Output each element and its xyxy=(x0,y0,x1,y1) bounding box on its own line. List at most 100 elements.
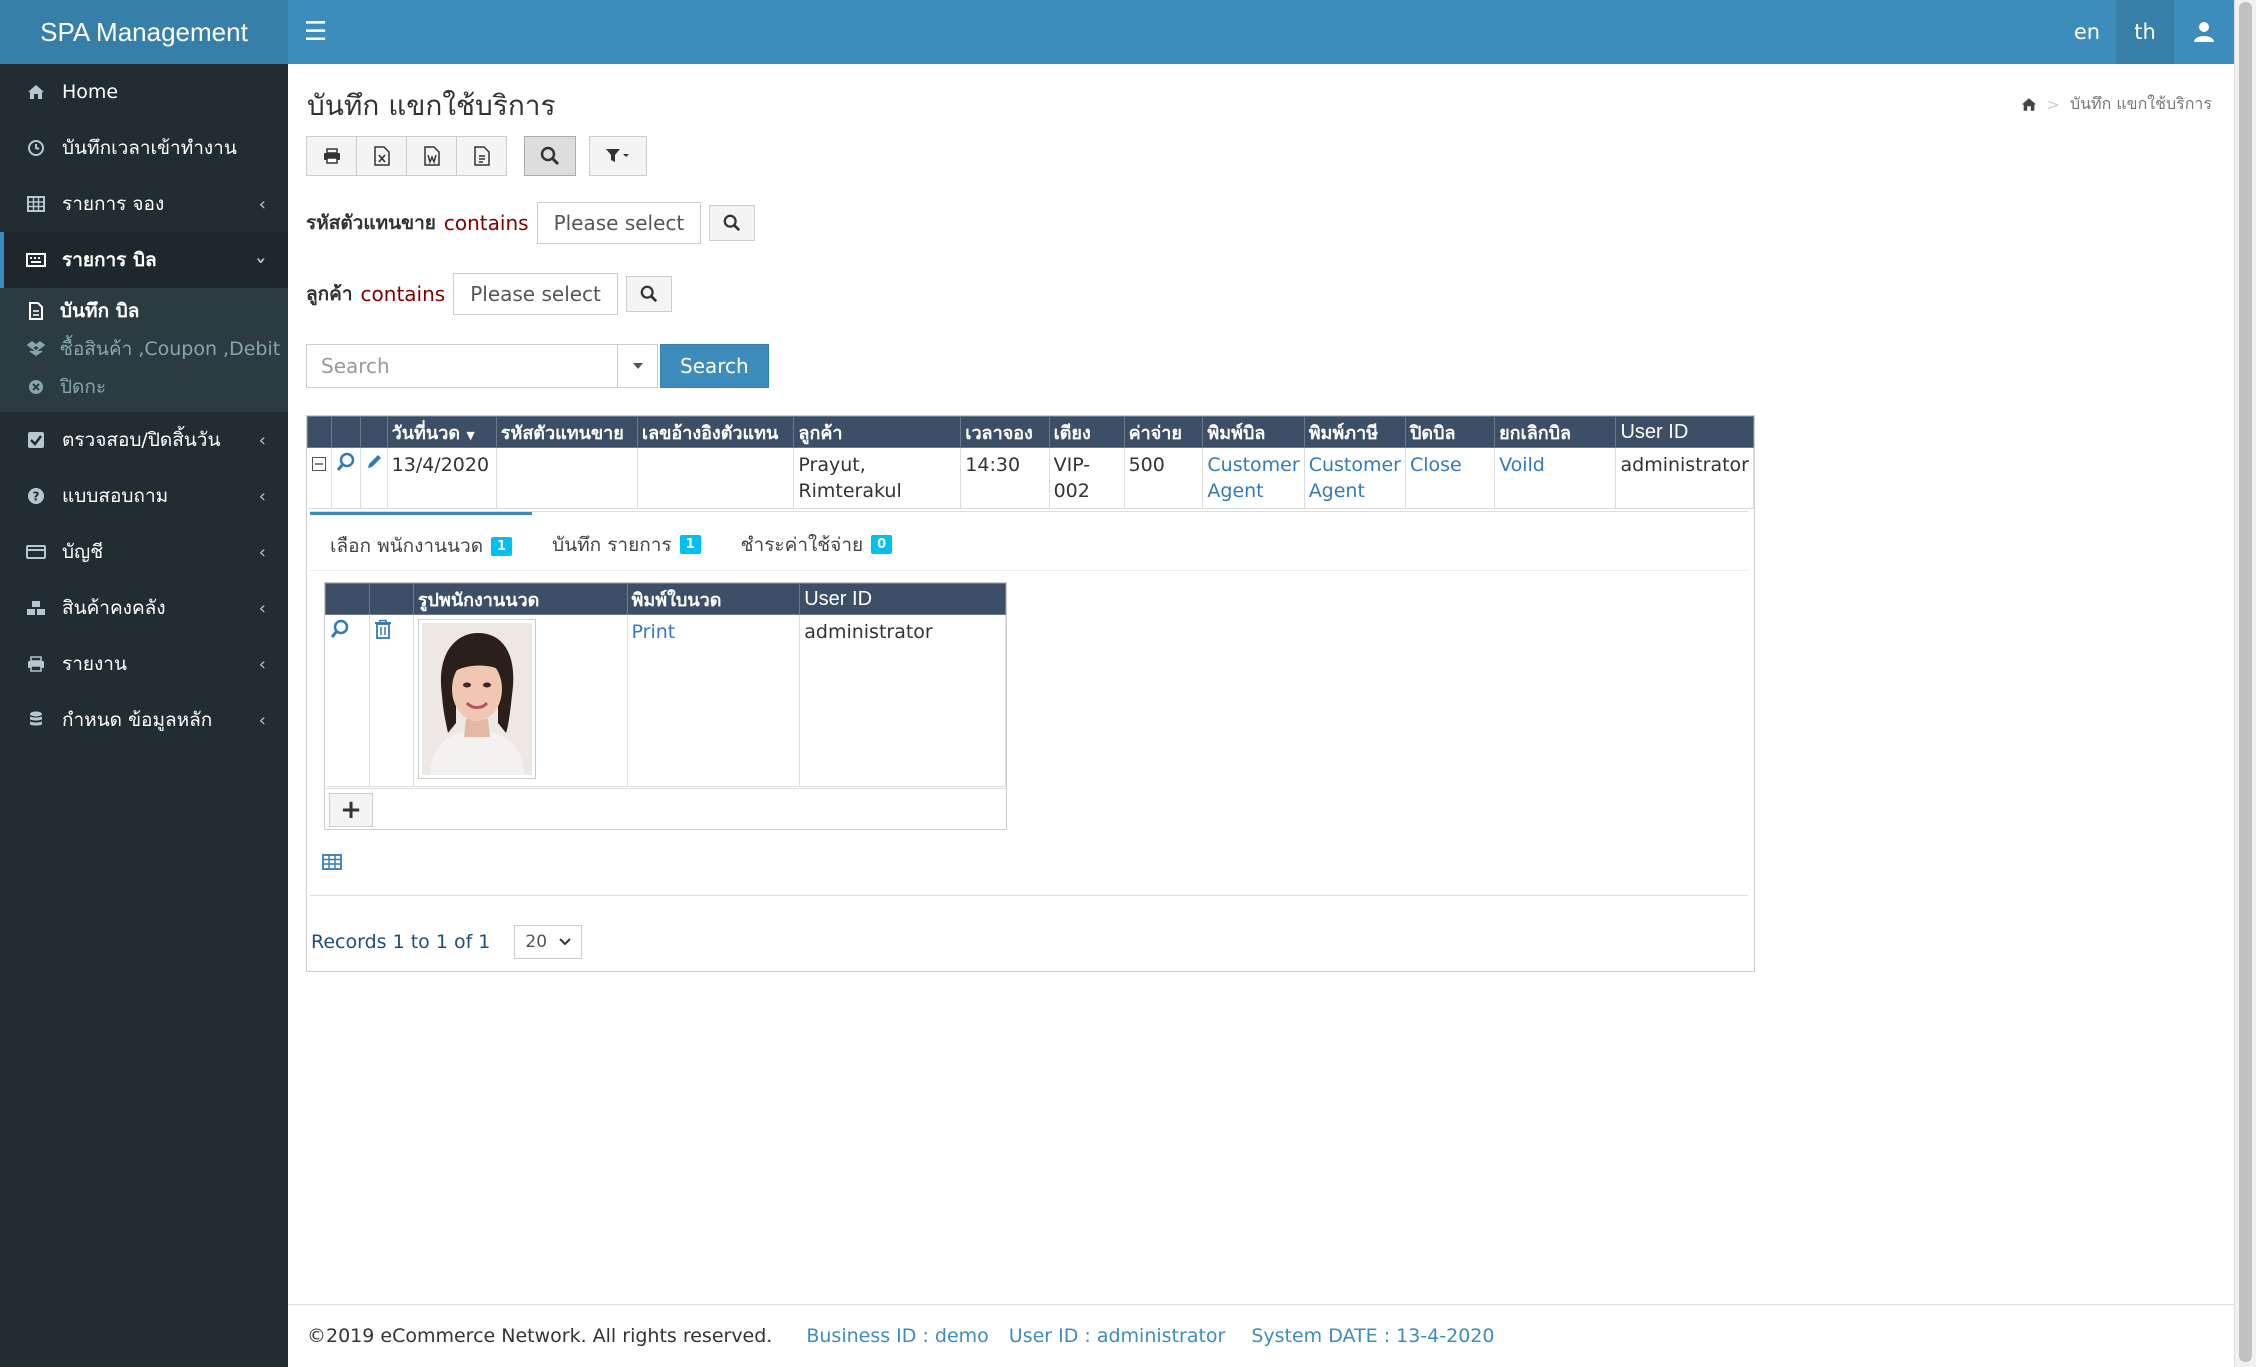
sidebar-item-attendance[interactable]: บันทึกเวลาเข้าทำงาน xyxy=(0,120,288,176)
close-bill-link[interactable]: Close xyxy=(1410,454,1462,476)
search-button[interactable]: Search xyxy=(660,344,769,388)
chevron-left-icon: ‹ xyxy=(258,194,266,215)
header-user-id[interactable]: User ID xyxy=(1615,416,1754,448)
void-bill-link[interactable]: Voild xyxy=(1499,454,1545,476)
header-bed[interactable]: เตียง xyxy=(1048,416,1125,448)
header-view xyxy=(330,416,361,448)
print-icon xyxy=(22,656,50,672)
sidebar-item-inventory[interactable]: สินค้าคงคลัง ‹ xyxy=(0,580,288,636)
print-bill-agent-link[interactable]: Agent xyxy=(1207,480,1263,502)
lang-th-button[interactable]: th xyxy=(2116,0,2174,64)
sidebar-item-bills[interactable]: รายการ บิล ‹ xyxy=(0,232,288,288)
search-toggle-button[interactable] xyxy=(524,136,576,176)
cell-print-bill: Customer Agent xyxy=(1202,447,1305,509)
tab-select-therapist[interactable]: เลือก พนักงานนวด 1 xyxy=(310,512,533,571)
header-amount[interactable]: ค่าจ่าย xyxy=(1123,416,1204,448)
sidebar-item-label: บันทึกเวลาเข้าทำงาน xyxy=(62,137,237,159)
print-button[interactable] xyxy=(306,136,357,176)
tab-count-badge: 0 xyxy=(871,535,893,554)
sidebar-toggle-icon[interactable]: ☰ xyxy=(304,17,327,47)
sidebar-item-home[interactable]: Home xyxy=(0,64,288,120)
search-input[interactable]: Search xyxy=(306,344,618,388)
sidebar-item-label: แบบสอบถาม xyxy=(62,485,169,507)
cell-print-tax: Customer Agent xyxy=(1304,447,1406,509)
header-agent-ref[interactable]: เลขอ้างอิงตัวแทน xyxy=(636,416,795,448)
cell-close: Close xyxy=(1405,447,1496,509)
header-expand xyxy=(307,416,332,448)
export-excel-button[interactable] xyxy=(356,136,407,176)
sidebar-item-label: รายการ บิล xyxy=(62,249,157,271)
sidebar-item-master-data[interactable]: กำหนด ข้อมูลหลัก ‹ xyxy=(0,692,288,748)
sidebar-item-label: กำหนด ข้อมูลหลัก xyxy=(62,709,213,731)
magnifier-icon[interactable] xyxy=(336,452,356,472)
header-user-id[interactable]: User ID xyxy=(799,583,1006,615)
sidebar-item-label: Home xyxy=(62,81,119,103)
print-bill-customer-link[interactable]: Customer xyxy=(1207,454,1299,476)
chevron-left-icon: ‹ xyxy=(258,542,266,563)
table-row: 13/4/2020 Prayut, Rimterakul 14:30 VIP-0… xyxy=(307,447,1754,509)
page-size-select[interactable]: 20 xyxy=(514,925,583,959)
filter-agent-select[interactable]: Please select xyxy=(536,202,702,244)
header-customer[interactable]: ลูกค้า xyxy=(793,416,962,448)
filter-dropdown-button[interactable] xyxy=(589,136,647,176)
chevron-left-icon: ‹ xyxy=(258,654,266,675)
search-options-caret[interactable] xyxy=(618,344,658,388)
add-row: + xyxy=(325,788,1006,829)
export-word-button[interactable] xyxy=(406,136,457,176)
header-print-bill[interactable]: พิมพ์บิล xyxy=(1202,416,1305,448)
header-date[interactable]: วันที่นวด ▼ xyxy=(386,416,497,448)
table-row: Print administrator xyxy=(325,614,1006,787)
app-logo[interactable]: SPA Management xyxy=(0,0,288,64)
filter-customer-search-button[interactable] xyxy=(625,276,672,312)
filter-agent-label: รหัสตัวแทนขาย xyxy=(306,212,436,234)
filter-customer-select[interactable]: Please select xyxy=(453,273,618,315)
submenu-item-save-bill[interactable]: บันทึก บิล xyxy=(0,292,288,330)
trash-icon[interactable] xyxy=(374,619,392,639)
header-time[interactable]: เวลาจอง xyxy=(960,416,1050,448)
scrollbar-thumb[interactable] xyxy=(2239,2,2252,1362)
print-tax-customer-link[interactable]: Customer xyxy=(1309,454,1401,476)
header-photo[interactable]: รูปพนักงานนวด xyxy=(412,583,628,615)
header-void-bill[interactable]: ยกเลิกบิล xyxy=(1494,416,1617,448)
sidebar-item-accounting[interactable]: บัญชี ‹ xyxy=(0,524,288,580)
cubes-icon xyxy=(22,600,50,616)
submenu-item-label: ปิดกะ xyxy=(60,376,107,398)
tab-record-items[interactable]: บันทึก รายการ 1 xyxy=(532,512,721,571)
user-menu-button[interactable] xyxy=(2174,0,2234,64)
lang-en-button[interactable]: en xyxy=(2058,0,2116,64)
magnifier-icon[interactable] xyxy=(330,619,350,639)
sidebar-item-reports[interactable]: รายงาน ‹ xyxy=(0,636,288,692)
export-pdf-button[interactable] xyxy=(456,136,507,176)
table-header-row: รูปพนักงานนวด พิมพ์ใบนวด User ID xyxy=(325,583,1006,615)
sidebar-item-booking[interactable]: รายการ จอง ‹ xyxy=(0,176,288,232)
header-close-bill[interactable]: ปิดบิล xyxy=(1404,416,1496,448)
collapse-minus-icon[interactable] xyxy=(311,457,326,471)
header-print-tax[interactable]: พิมพ์ภาษี xyxy=(1303,416,1406,448)
pencil-icon[interactable] xyxy=(365,453,383,471)
search-row: Search Search xyxy=(306,344,769,388)
tab-label: บันทึก รายการ xyxy=(552,533,672,556)
filter-agent-operator: contains xyxy=(443,211,529,235)
submenu-item-purchase[interactable]: ซื้อสินค้า ,Coupon ,Debit xyxy=(0,330,288,368)
print-tax-agent-link[interactable]: Agent xyxy=(1309,480,1365,502)
grid-view-toggle[interactable] xyxy=(322,851,342,875)
submenu-item-close-shift[interactable]: ปิดกะ xyxy=(0,368,288,406)
tab-payment[interactable]: ชำระค่าใช้จ่าย 0 xyxy=(721,512,913,571)
therapist-grid: รูปพนักงานนวด พิมพ์ใบนวด User ID Print a… xyxy=(324,582,1007,830)
therapist-photo[interactable] xyxy=(417,619,536,779)
page-scrollbar[interactable] xyxy=(2234,0,2256,1367)
add-therapist-button[interactable]: + xyxy=(329,793,373,827)
table-icon xyxy=(322,854,342,870)
expand-cell xyxy=(307,447,332,509)
home-icon[interactable] xyxy=(2021,97,2037,112)
header-agent-code[interactable]: รหัสตัวแทนขาย xyxy=(495,416,638,448)
filter-agent-row: รหัสตัวแทนขาย contains Please select xyxy=(306,202,756,244)
header-print[interactable]: พิมพ์ใบนวด xyxy=(626,583,801,615)
keyboard-icon xyxy=(22,253,50,267)
print-link[interactable]: Print xyxy=(632,621,676,643)
search-icon xyxy=(540,146,560,166)
chevron-down-icon: ‹ xyxy=(249,256,271,265)
sidebar-item-daily-check[interactable]: ตรวจสอบ/ปิดสิ้นวัน ‹ xyxy=(0,412,288,468)
sidebar-item-survey[interactable]: ? แบบสอบถาม ‹ xyxy=(0,468,288,524)
filter-agent-search-button[interactable] xyxy=(709,205,756,241)
